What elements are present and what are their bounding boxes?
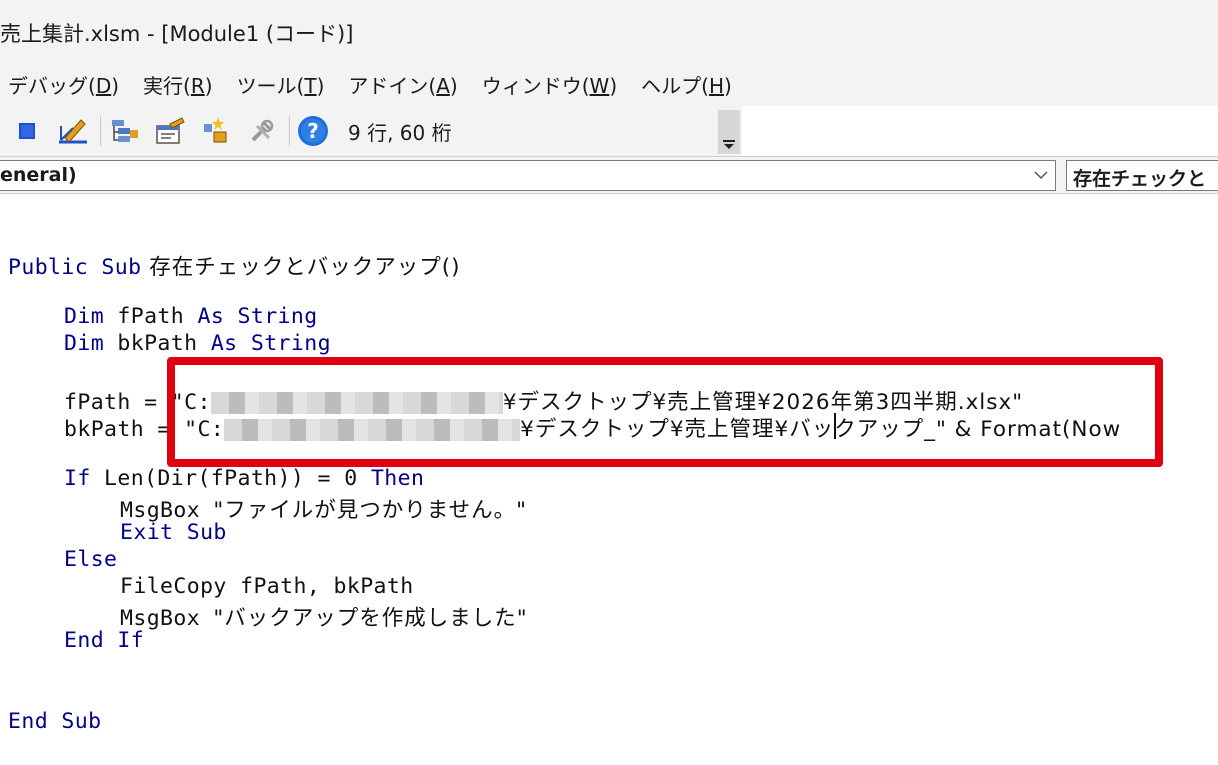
object-browser-button[interactable] [199,114,233,148]
object-browser-icon [204,117,227,143]
procedure-dropdown-value: 存在チェックと [1073,168,1207,190]
code-line-filecopy[interactable]: FileCopy fPath, bkPath [120,574,414,601]
toolbox-icon [251,119,274,142]
properties-window-button[interactable] [153,114,187,148]
code-line-dim-bkpath[interactable]: Dim bkPath As String [64,331,331,358]
procedure-dropdown[interactable]: 存在チェックと [1066,160,1218,191]
redacted-path [224,419,521,441]
menu-bar: デバッグ(D) 実行(R) ツール(T) アドイン(A) ウィンドウ(W) ヘル… [0,62,1218,106]
cursor-position-status: 9 行, 60 桁 [346,111,720,151]
svg-text:?: ? [307,119,319,143]
menu-debug[interactable]: デバッグ(D) [8,70,119,99]
design-mode-icon [59,119,87,144]
help-icon: ? [298,116,328,146]
cursor-position-text: 9 行, 60 桁 [348,120,452,145]
text-cursor [834,413,836,439]
toolbar-separator [100,116,101,146]
redacted-path [210,392,503,414]
properties-window-icon [156,117,185,144]
code-line-msgbox-not-found[interactable]: MsgBox "ファイルが見つかりません。" [120,493,527,523]
toolbox-button[interactable] [245,114,279,148]
project-explorer-icon [112,120,138,142]
object-dropdown-value: eneral) [0,164,77,186]
code-line-end-if[interactable]: End If [64,628,144,655]
window-title: 売上集計.xlsm - [Module1 (コード)] [0,0,1218,62]
code-line-fpath-assign[interactable]: fPath = "C: ¥デスクトップ¥売上管理¥2026年第3四半期.xlsx" [64,385,1023,415]
toolbar-separator [289,116,290,146]
menu-help[interactable]: ヘルプ(H) [641,70,732,99]
design-mode-button[interactable] [56,114,90,148]
window-title-text: 売上集計.xlsm - [Module1 (コード)] [0,22,354,46]
standard-toolbar: ? 9 行, 60 桁 [0,106,742,156]
menu-window[interactable]: ウィンドウ(W) [482,70,617,99]
code-line-dim-fpath[interactable]: Dim fPath As String [64,304,318,331]
reset-icon [19,123,35,139]
chevron-down-icon [723,140,735,149]
help-button[interactable]: ? [296,114,330,148]
toolbar-empty-area [742,106,1218,156]
code-line-msgbox-done[interactable]: MsgBox "バックアップを作成しました" [120,601,528,631]
code-line-else[interactable]: Else [64,547,117,574]
object-dropdown[interactable]: eneral) [0,160,1056,191]
chevron-down-icon [1034,171,1048,180]
project-explorer-button[interactable] [107,114,141,148]
menu-addins[interactable]: アドイン(A) [348,70,457,99]
code-line-sub-declaration[interactable]: Public Sub 存在チェックとバックアップ() [8,250,461,280]
code-line-exit-sub[interactable]: Exit Sub [120,520,227,547]
toolbar-options-grip[interactable] [718,110,740,154]
code-line-if[interactable]: If Len(Dir(fPath)) = 0 Then [64,466,424,493]
menu-run[interactable]: 実行(R) [143,70,213,99]
code-line-bkpath-assign[interactable]: bkPath = "C: ¥デスクトップ¥売上管理¥バックアップ_" & Form… [64,412,1121,442]
code-line-end-sub[interactable]: End Sub [8,709,101,736]
reset-button[interactable] [10,114,44,148]
code-window-header: eneral) 存在チェックと [0,156,1218,194]
menu-tools[interactable]: ツール(T) [237,70,325,99]
